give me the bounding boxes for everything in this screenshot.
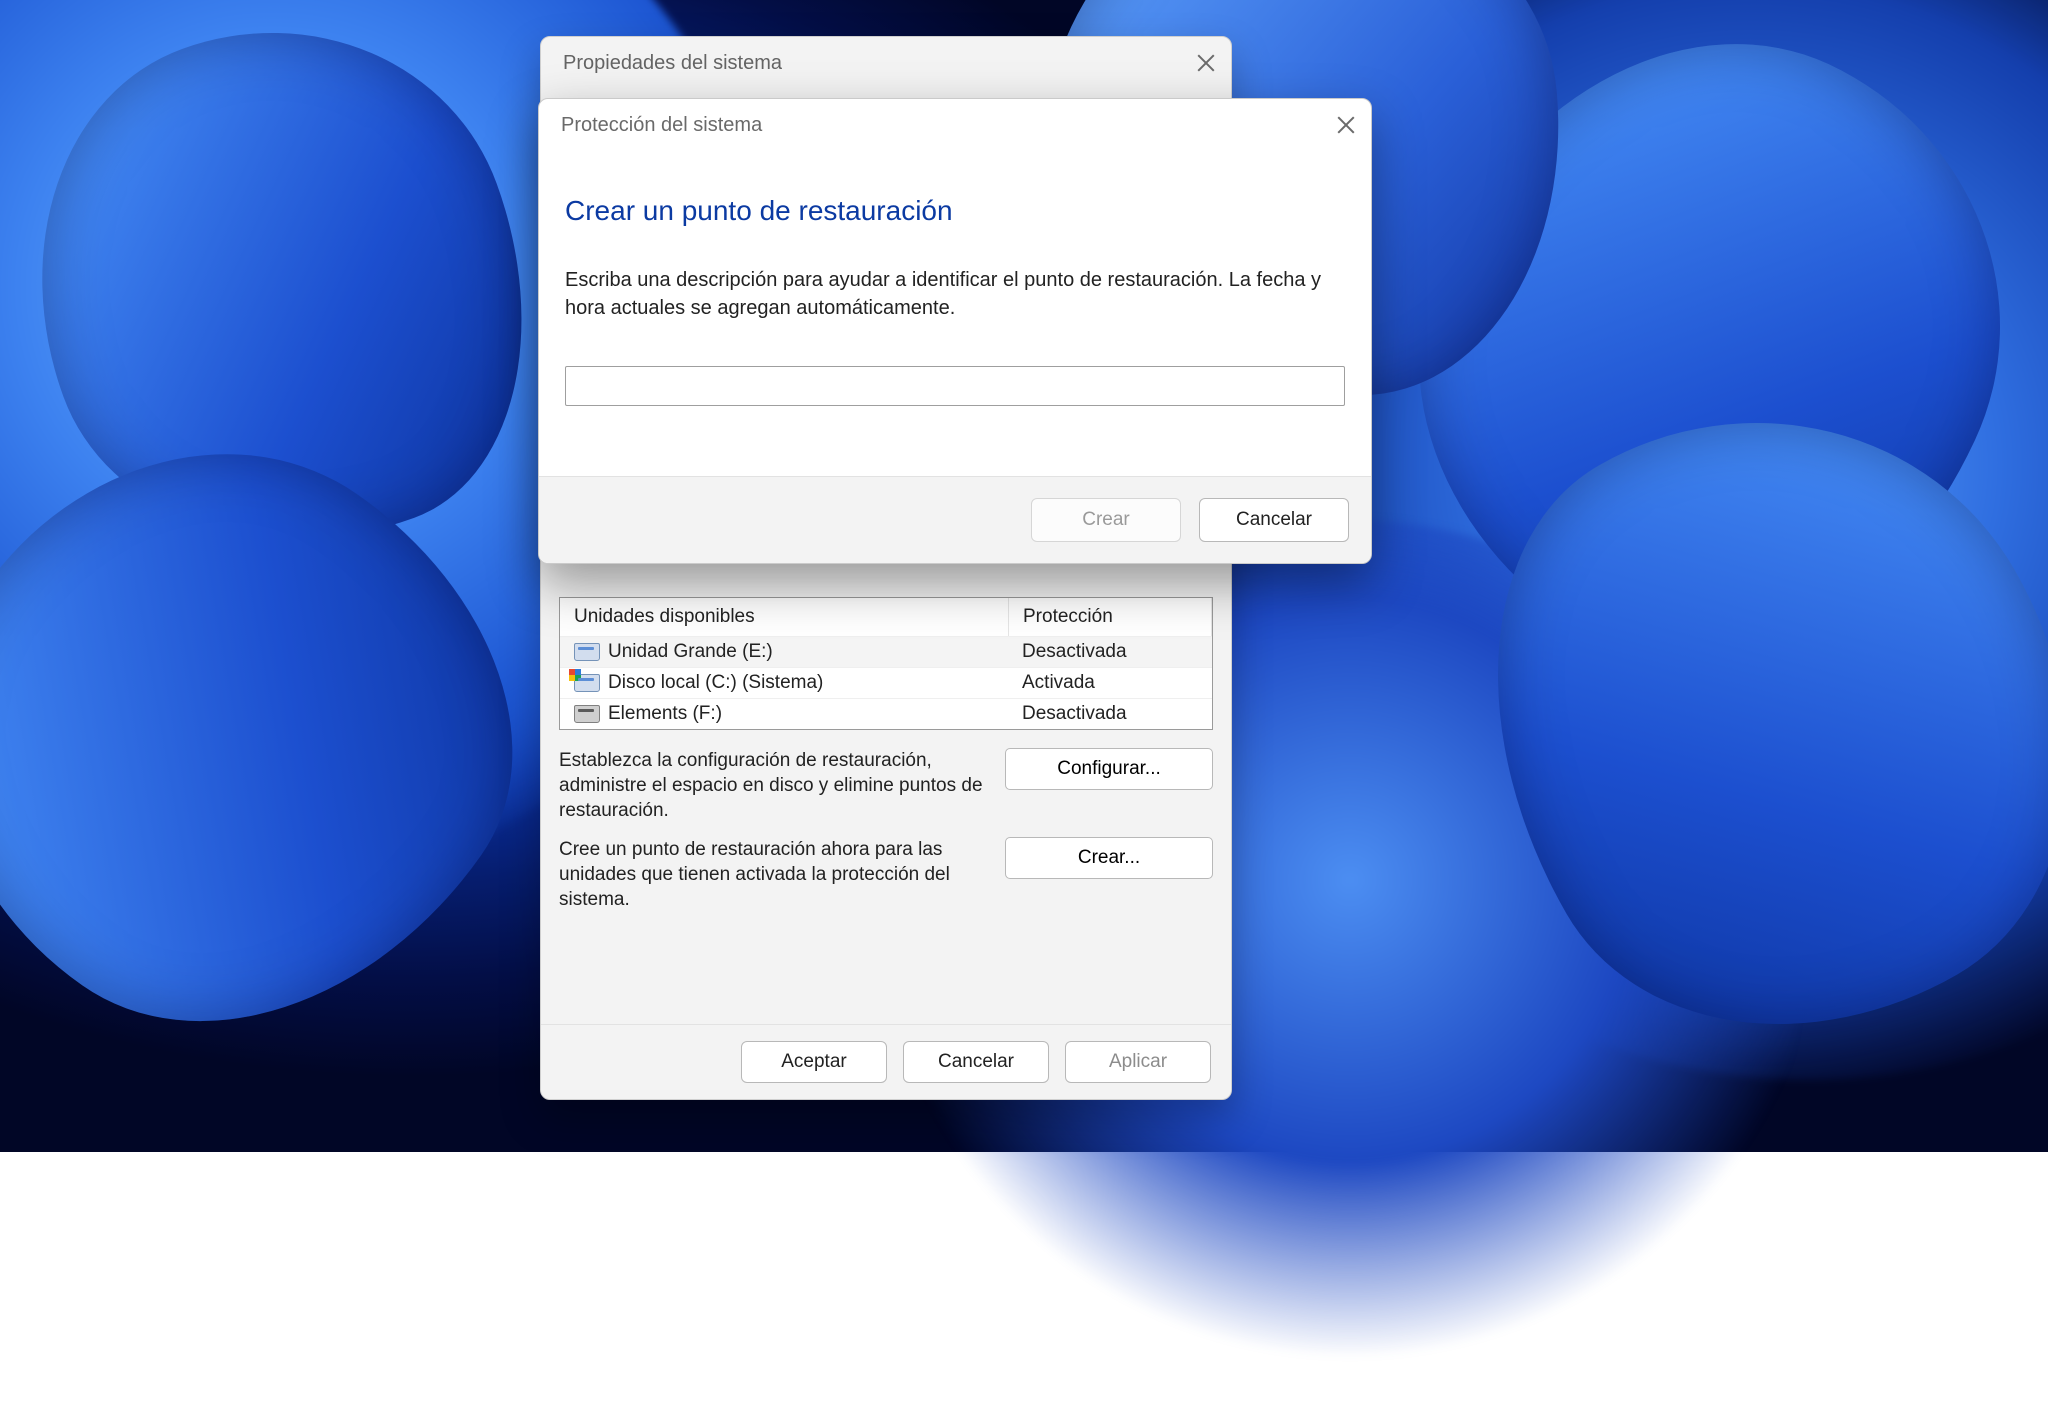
drive-name: Unidad Grande (E:) <box>608 641 773 663</box>
drive-icon <box>574 643 600 661</box>
titlebar[interactable]: Propiedades del sistema <box>541 37 1231 89</box>
window-title: Propiedades del sistema <box>563 52 1195 75</box>
ok-button[interactable]: Aceptar <box>741 1041 887 1083</box>
close-icon[interactable] <box>1195 52 1217 74</box>
drive-protection: Activada <box>1008 668 1212 698</box>
cancel-button[interactable]: Cancelar <box>903 1041 1049 1083</box>
dialog-heading: Crear un punto de restauración <box>565 195 1345 227</box>
drive-protection: Desactivada <box>1008 699 1212 729</box>
drive-icon <box>574 705 600 723</box>
window-title: Protección del sistema <box>561 114 1335 137</box>
apply-button[interactable]: Aplicar <box>1065 1041 1211 1083</box>
titlebar[interactable]: Protección del sistema <box>539 99 1371 151</box>
col-drives: Unidades disponibles <box>560 598 1009 636</box>
protection-section: Unidades disponibles Protección Unidad G… <box>559 597 1213 912</box>
configure-help-text: Establezca la configuración de restaurac… <box>559 748 987 823</box>
dialog-footer: Aceptar Cancelar Aplicar <box>541 1024 1231 1099</box>
restore-point-description-input[interactable] <box>565 366 1345 406</box>
drive-name: Disco local (C:) (Sistema) <box>608 672 823 694</box>
create-button[interactable]: Crear <box>1031 498 1181 542</box>
table-header: Unidades disponibles Protección <box>560 598 1212 636</box>
cancel-button[interactable]: Cancelar <box>1199 498 1349 542</box>
close-icon[interactable] <box>1335 114 1357 136</box>
configure-button[interactable]: Configurar... <box>1005 748 1213 790</box>
create-restore-point-button[interactable]: Crear... <box>1005 837 1213 879</box>
table-row[interactable]: Disco local (C:) (Sistema) Activada <box>560 667 1212 698</box>
col-protection: Protección <box>1009 598 1212 636</box>
dialog-description: Escriba una descripción para ayudar a id… <box>565 267 1345 322</box>
dialog-footer: Crear Cancelar <box>539 476 1371 563</box>
drive-icon <box>574 674 600 692</box>
drive-name: Elements (F:) <box>608 703 722 725</box>
drives-table: Unidades disponibles Protección Unidad G… <box>559 597 1213 730</box>
drive-protection: Desactivada <box>1008 637 1212 667</box>
create-restore-point-dialog: Protección del sistema Crear un punto de… <box>538 98 1372 564</box>
table-row[interactable]: Elements (F:) Desactivada <box>560 698 1212 729</box>
table-row[interactable]: Unidad Grande (E:) Desactivada <box>560 636 1212 667</box>
create-help-text: Cree un punto de restauración ahora para… <box>559 837 987 912</box>
